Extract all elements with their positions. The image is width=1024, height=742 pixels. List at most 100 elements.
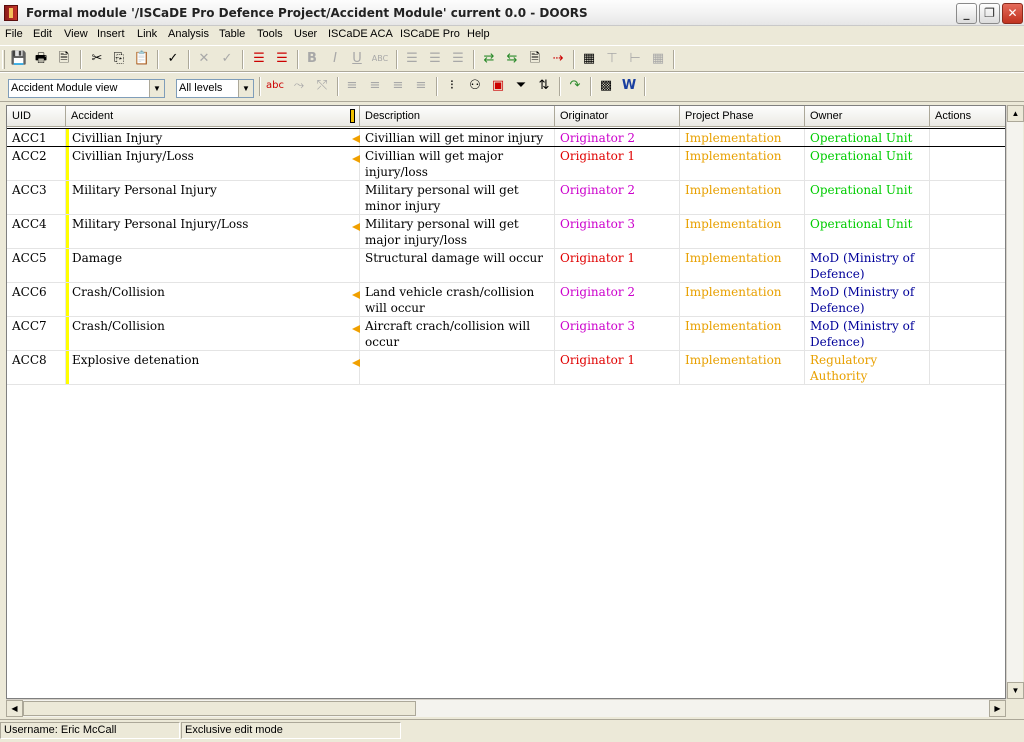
scroll-right-icon[interactable]: ▶ xyxy=(989,700,1006,717)
cell-description[interactable]: Land vehicle crash/collision will occur xyxy=(360,283,555,316)
cut-icon[interactable]: ✂ xyxy=(88,50,106,68)
level-select[interactable]: All levels ▼ xyxy=(176,79,254,98)
delete-link-icon[interactable]: ⇢ xyxy=(549,50,567,68)
column-header-owner[interactable]: Owner xyxy=(805,106,930,127)
horizontal-scrollbar[interactable]: ◀ ▶ xyxy=(6,699,1006,717)
copy-icon[interactable]: ⎘ xyxy=(110,50,128,68)
paste-icon[interactable]: 📋 xyxy=(133,50,151,68)
cell-project-phase[interactable]: Implementation xyxy=(680,147,805,180)
cell-owner[interactable]: MoD (Ministry of Defence) xyxy=(805,283,930,316)
column-header-uid[interactable]: UID xyxy=(7,106,66,127)
filter-toggle-icon[interactable]: ⤲ xyxy=(313,77,331,95)
print-icon[interactable]: 🖶 xyxy=(32,50,50,68)
table-row[interactable]: ACC4 Military Personal Injury/Loss Milit… xyxy=(7,215,1005,249)
cell-description[interactable]: Civillian will get major injury/loss xyxy=(360,147,555,180)
table-row[interactable]: ACC3 Military Personal Injury Military p… xyxy=(7,181,1005,215)
link-flag-icon[interactable] xyxy=(352,359,360,367)
menu-analysis[interactable]: Analysis xyxy=(168,28,209,40)
cell-actions[interactable] xyxy=(930,249,1005,282)
cell-project-phase[interactable]: Implementation xyxy=(680,283,805,316)
link-properties-icon[interactable]: 🗎 xyxy=(526,50,544,68)
cell-actions[interactable] xyxy=(930,351,1005,384)
filter-icon[interactable]: ⏷ xyxy=(512,77,530,95)
word-export-icon[interactable]: W xyxy=(620,77,638,95)
cell-project-phase[interactable]: Implementation xyxy=(680,215,805,248)
cell-project-phase[interactable]: Implementation xyxy=(680,351,805,384)
minimize-button[interactable]: _ xyxy=(956,3,977,24)
cell-description[interactable]: Civillian will get minor injury xyxy=(360,129,555,146)
chevron-down-icon[interactable]: ▼ xyxy=(238,80,253,97)
cell-actions[interactable] xyxy=(930,317,1005,350)
cell-description[interactable] xyxy=(360,351,555,384)
italic-icon[interactable]: I xyxy=(326,50,344,68)
cell-owner[interactable]: MoD (Ministry of Defence) xyxy=(805,317,930,350)
table-column-icon[interactable]: ⊢ xyxy=(626,50,644,68)
link-flag-icon[interactable] xyxy=(352,325,360,333)
align-justify-icon[interactable]: ≡ xyxy=(412,77,430,95)
link-flag-icon[interactable] xyxy=(352,223,360,231)
column-header-actions[interactable]: Actions xyxy=(930,106,1005,127)
filter-clear-icon[interactable]: ⤳ xyxy=(290,77,308,95)
horizontal-scroll-thumb[interactable] xyxy=(23,701,416,716)
scroll-up-icon[interactable]: ▲ xyxy=(1007,105,1024,122)
table-row[interactable]: ACC7 Crash/Collision Aircraft crach/coll… xyxy=(7,317,1005,351)
view-select[interactable]: Accident Module view ▼ xyxy=(8,79,165,98)
doors-app-icon[interactable] xyxy=(4,5,18,21)
cell-accident[interactable]: Crash/Collision xyxy=(66,317,360,350)
outdent-icon[interactable]: ☰ xyxy=(449,50,467,68)
scroll-down-icon[interactable]: ▼ xyxy=(1007,682,1024,699)
link-start-icon[interactable]: ⇆ xyxy=(503,50,521,68)
menu-link[interactable]: Link xyxy=(137,28,157,40)
graphics-mode-icon[interactable]: ⚇ xyxy=(466,77,484,95)
cell-accident[interactable]: Civillian Injury xyxy=(66,129,360,146)
cell-owner[interactable]: Operational Unit xyxy=(805,129,930,146)
table-row-icon[interactable]: ⊤ xyxy=(603,50,621,68)
cell-originator[interactable]: Originator 1 xyxy=(555,147,680,180)
sort-icon[interactable]: ⇅ xyxy=(535,77,553,95)
baseline-icon[interactable]: ▩ xyxy=(597,77,615,95)
outline-icon[interactable]: ⁝ xyxy=(443,77,461,95)
delete-icon[interactable]: ✕ xyxy=(195,50,213,68)
table-grid-icon[interactable]: ▦ xyxy=(649,50,667,68)
column-header-accident[interactable]: Accident xyxy=(66,106,360,127)
strikethrough-icon[interactable]: ABC xyxy=(371,50,389,68)
bullet-list-icon[interactable]: ☰ xyxy=(403,50,421,68)
cell-originator[interactable]: Originator 1 xyxy=(555,249,680,282)
cell-project-phase[interactable]: Implementation xyxy=(680,249,805,282)
menu-view[interactable]: View xyxy=(64,28,88,40)
cell-accident[interactable]: Explosive detenation xyxy=(66,351,360,384)
table-row[interactable]: ACC2 Civillian Injury/Loss Civillian wil… xyxy=(7,147,1005,181)
cell-actions[interactable] xyxy=(930,181,1005,214)
cell-accident[interactable]: Military Personal Injury/Loss xyxy=(66,215,360,248)
cell-description[interactable]: Military personal will get major injury/… xyxy=(360,215,555,248)
toolbar-grip[interactable] xyxy=(2,50,5,69)
select-icon[interactable]: ▣ xyxy=(489,77,507,95)
menu-help[interactable]: Help xyxy=(467,28,490,40)
link-flag-icon[interactable] xyxy=(352,155,360,163)
cell-project-phase[interactable]: Implementation xyxy=(680,129,805,146)
cell-actions[interactable] xyxy=(930,215,1005,248)
cell-owner[interactable]: Operational Unit xyxy=(805,181,930,214)
menu-tools[interactable]: Tools xyxy=(257,28,283,40)
properties-icon[interactable]: 🗎 xyxy=(55,50,73,68)
insert-object-below-icon[interactable]: ☰ xyxy=(250,50,268,68)
cell-owner[interactable]: MoD (Ministry of Defence) xyxy=(805,249,930,282)
bold-icon[interactable]: B xyxy=(303,50,321,68)
table-row[interactable]: ACC1 Civillian Injury Civillian will get… xyxy=(7,128,1005,147)
table-row[interactable]: ACC5 Damage Structural damage will occur… xyxy=(7,249,1005,283)
cell-owner[interactable]: Operational Unit xyxy=(805,215,930,248)
link-flag-icon[interactable] xyxy=(352,135,360,143)
align-right-icon[interactable]: ≡ xyxy=(389,77,407,95)
table-row[interactable]: ACC8 Explosive detenation Originator 1 I… xyxy=(7,351,1005,385)
menu-edit[interactable]: Edit xyxy=(33,28,52,40)
cell-description[interactable]: Structural damage will occur xyxy=(360,249,555,282)
cell-accident[interactable]: Damage xyxy=(66,249,360,282)
cell-originator[interactable]: Originator 2 xyxy=(555,129,680,146)
column-header-description[interactable]: Description xyxy=(360,106,555,127)
align-center-icon[interactable]: ≡ xyxy=(366,77,384,95)
cell-originator[interactable]: Originator 3 xyxy=(555,317,680,350)
column-header-project-phase[interactable]: Project Phase xyxy=(680,106,805,127)
filter-text-icon[interactable]: abc xyxy=(266,77,284,95)
menu-iscade-pro[interactable]: ISCaDE Pro xyxy=(400,28,460,40)
restore-button[interactable]: ❐ xyxy=(979,3,1000,24)
